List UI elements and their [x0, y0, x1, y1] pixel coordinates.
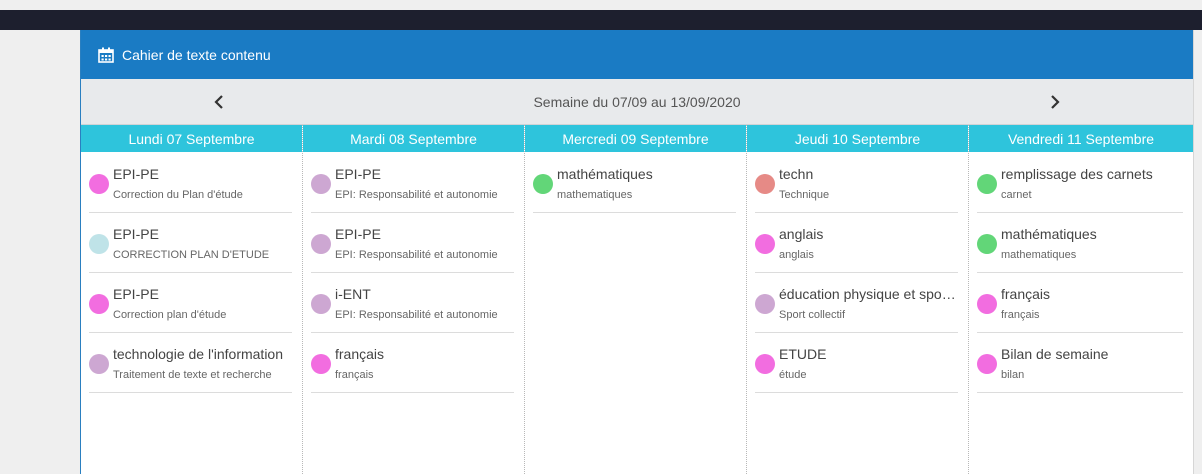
day-column: Mardi 08 Septembre EPI-PE EPI: Responsabil… [303, 125, 525, 474]
subject-color-dot [977, 354, 997, 374]
entry-subject: mathématiques [1001, 226, 1097, 242]
homework-entry[interactable]: EPI-PE Correction plan d'étude [89, 284, 292, 333]
entry-subject: français [335, 346, 385, 362]
homework-panel: Cahier de texte contenu Semaine du 07/09… [80, 30, 1194, 474]
entry-description: EPI: Responsabilité et autonomie [335, 309, 498, 321]
homework-entry[interactable]: éducation physique et sportive Sport coll… [755, 284, 958, 333]
subject-color-dot [311, 354, 331, 374]
homework-entry[interactable]: mathématiques mathematiques [977, 224, 1183, 273]
homework-entry[interactable]: EPI-PE EPI: Responsabilité et autonomie [311, 164, 514, 213]
entry-subject: EPI-PE [113, 226, 159, 242]
subject-color-dot [755, 234, 775, 254]
homework-entry[interactable]: EPI-PE CORRECTION PLAN D'ETUDE [89, 224, 292, 273]
subject-color-dot [977, 174, 997, 194]
chevron-right-icon [1051, 94, 1060, 109]
day-header: Jeudi 10 Septembre [747, 125, 968, 152]
homework-entry[interactable]: français français [977, 284, 1183, 333]
week-navigation: Semaine du 07/09 au 13/09/2020 [81, 79, 1193, 125]
panel-header: Cahier de texte contenu [81, 30, 1193, 79]
homework-entry[interactable]: mathématiques mathematiques [533, 164, 736, 213]
entry-subject: français [1001, 286, 1051, 302]
entry-description: CORRECTION PLAN D'ETUDE [113, 249, 270, 261]
chevron-left-icon [214, 94, 223, 109]
subject-color-dot [311, 234, 331, 254]
week-label: Semaine du 07/09 au 13/09/2020 [533, 93, 741, 110]
subject-color-dot [311, 174, 331, 194]
entry-description: carnet [1001, 189, 1032, 201]
homework-entry[interactable]: anglais anglais [755, 224, 958, 273]
entry-description: Traitement de texte et recherche [113, 369, 272, 381]
day-header: Vendredi 11 Septembre [969, 125, 1193, 152]
homework-entry[interactable]: ETUDE étude [755, 344, 958, 393]
day-column: Lundi 07 Septembre EPI-PE Correction du Pl… [81, 125, 303, 474]
calendar-icon [98, 47, 114, 63]
entry-description: anglais [779, 249, 814, 261]
day-column: Vendredi 11 Septembre remplissage des car… [969, 125, 1193, 474]
subject-color-dot [533, 174, 553, 194]
day-column: Jeudi 10 Septembre techn Technique anglais a… [747, 125, 969, 474]
panel-title: Cahier de texte contenu [122, 46, 271, 63]
entry-subject: mathématiques [557, 166, 653, 182]
entries-list: techn Technique anglais anglais éducation ph… [747, 152, 968, 393]
entry-subject: i-ENT [335, 286, 371, 302]
homework-entry[interactable]: EPI-PE EPI: Responsabilité et autonomie [311, 224, 514, 273]
subject-color-dot [755, 174, 775, 194]
homework-entry[interactable]: technologie de l'information Traitement d… [89, 344, 292, 393]
day-header: Mardi 08 Septembre [303, 125, 524, 152]
days-grid: Lundi 07 Septembre EPI-PE Correction du Pl… [81, 125, 1193, 474]
day-header: Lundi 07 Septembre [81, 125, 302, 152]
entries-list: mathématiques mathematiques [525, 152, 746, 213]
entry-description: français [1001, 309, 1040, 321]
subject-color-dot [755, 354, 775, 374]
day-header: Mercredi 09 Septembre [525, 125, 746, 152]
subject-color-dot [89, 354, 109, 374]
entry-description: mathematiques [1001, 249, 1077, 261]
top-bar [0, 10, 1202, 30]
entry-description: étude [779, 369, 807, 381]
subject-color-dot [977, 234, 997, 254]
entry-subject: EPI-PE [335, 226, 381, 242]
entry-subject: anglais [779, 226, 824, 242]
entry-subject: technologie de l'information [113, 346, 284, 362]
subject-color-dot [977, 294, 997, 314]
homework-entry[interactable]: techn Technique [755, 164, 958, 213]
entry-subject: techn [779, 166, 814, 182]
entry-description: bilan [1001, 369, 1025, 381]
homework-entry[interactable]: i-ENT EPI: Responsabilité et autonomie [311, 284, 514, 333]
homework-entry[interactable]: français français [311, 344, 514, 393]
homework-entry[interactable]: Bilan de semaine bilan [977, 344, 1183, 393]
entry-description: mathematiques [557, 189, 633, 201]
entry-description: Technique [779, 189, 830, 201]
entry-subject: EPI-PE [113, 286, 159, 302]
entry-subject: éducation physique et sportive [779, 286, 958, 302]
entry-subject: ETUDE [779, 346, 827, 362]
subject-color-dot [89, 294, 109, 314]
entry-subject: EPI-PE [113, 166, 159, 182]
entry-subject: EPI-PE [335, 166, 381, 182]
entries-list: EPI-PE EPI: Responsabilité et autonomie EP… [303, 152, 524, 393]
entries-list: EPI-PE Correction du Plan d'étude EPI-PE CO… [81, 152, 302, 393]
homework-entry[interactable]: EPI-PE Correction du Plan d'étude [89, 164, 292, 213]
next-week-button[interactable] [1035, 79, 1075, 124]
entry-subject: remplissage des carnets [1001, 166, 1153, 182]
entry-description: EPI: Responsabilité et autonomie [335, 189, 498, 201]
entry-subject: Bilan de semaine [1001, 346, 1109, 362]
subject-color-dot [89, 234, 109, 254]
subject-color-dot [89, 174, 109, 194]
entries-list: remplissage des carnets carnet mathématiqu… [969, 152, 1193, 393]
subject-color-dot [755, 294, 775, 314]
homework-entry[interactable]: remplissage des carnets carnet [977, 164, 1183, 213]
day-column: Mercredi 09 Septembre mathématiques mathem… [525, 125, 747, 474]
entry-description: français [335, 369, 374, 381]
entry-description: Correction du Plan d'étude [113, 189, 243, 201]
subject-color-dot [311, 294, 331, 314]
previous-week-button[interactable] [199, 79, 239, 124]
entry-description: EPI: Responsabilité et autonomie [335, 249, 498, 261]
entry-description: Correction plan d'étude [113, 309, 227, 321]
entry-description: Sport collectif [779, 309, 846, 321]
